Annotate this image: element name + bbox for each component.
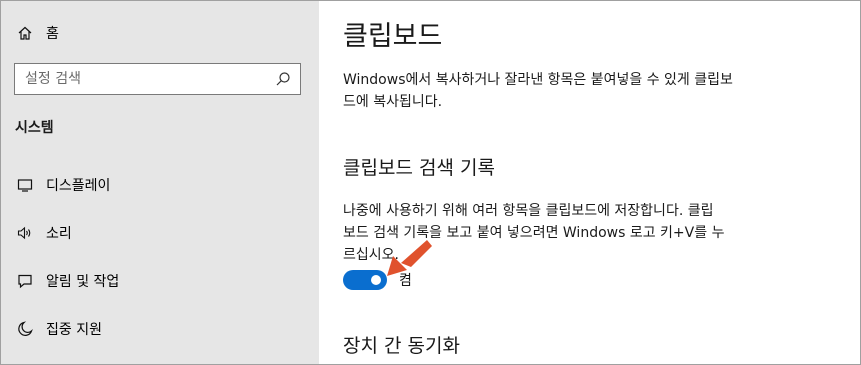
sidebar-item-display[interactable]: 디스플레이 [16,175,110,195]
sync-across-devices-heading: 장치 간 동기화 [343,335,460,357]
page-title: 클립보드 [343,21,443,52]
settings-window: 홈 시스템 디스플레이 소리 알림 및 작업 [0,0,861,365]
description-line: Windows에서 복사하거나 잘라낸 항목은 붙여넣을 수 있게 클립보 [343,72,733,88]
sidebar-item-label: 소리 [46,226,72,242]
sidebar-item-sound[interactable]: 소리 [16,223,72,243]
monitor-icon [16,176,34,194]
sidebar-item-label: 디스플레이 [46,178,111,194]
search-icon[interactable] [275,71,291,91]
sidebar-item-focus-assist[interactable]: 집중 지원 [16,319,102,339]
sidebar-item-label: 알림 및 작업 [46,274,120,290]
clipboard-history-toggle[interactable] [343,270,387,290]
description-line: 나중에 사용하기 위해 여러 항목을 클립보드에 저장합니다. 클립 [343,203,714,219]
main-content: 클립보드 Windows에서 복사하거나 잘라낸 항목은 붙여넣을 수 있게 클… [319,1,860,364]
sidebar-item-home[interactable]: 홈 [16,23,59,43]
home-icon [16,24,34,42]
speaker-icon [16,224,34,242]
search-input[interactable] [25,71,275,87]
sidebar-item-label: 집중 지원 [46,322,102,338]
description-line: 드에 복사됩니다. [343,94,443,110]
sidebar-item-label: 홈 [46,26,59,42]
clipboard-history-heading: 클립보드 검색 기록 [343,157,495,179]
moon-icon [16,320,34,338]
page-description: Windows에서 복사하거나 잘라낸 항목은 붙여넣을 수 있게 클립보 드에… [343,69,733,113]
notification-icon [16,272,34,290]
search-field[interactable] [14,63,301,95]
sidebar-item-notifications[interactable]: 알림 및 작업 [16,271,119,291]
annotation-arrow-icon [387,240,432,276]
sidebar: 홈 시스템 디스플레이 소리 알림 및 작업 [1,1,319,364]
section-title: 시스템 [15,120,54,136]
toggle-knob [371,275,381,285]
